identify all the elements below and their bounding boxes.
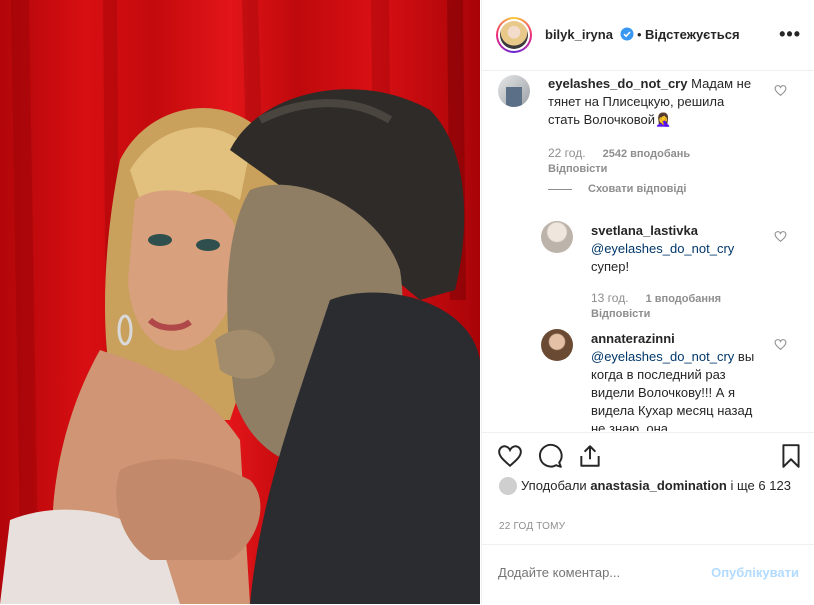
comment-time[interactable]: 22 год.: [548, 146, 586, 160]
reply-body: svetlana_lastivka @eyelashes_do_not_cry …: [591, 222, 761, 276]
comment-avatar[interactable]: [498, 75, 530, 107]
reply-avatar[interactable]: [541, 329, 573, 361]
bookmark-icon[interactable]: [778, 443, 804, 469]
hide-replies-button[interactable]: Сховати відповіді: [588, 183, 686, 195]
reply-likes[interactable]: 1 вподобання: [646, 293, 721, 305]
author-username[interactable]: bilyk_iryna: [545, 27, 613, 42]
reply-mention[interactable]: @eyelashes_do_not_cry: [591, 240, 761, 258]
likes-suffix[interactable]: і ще 6 123: [731, 478, 791, 493]
comment-username[interactable]: eyelashes_do_not_cry: [548, 76, 687, 91]
comments-list[interactable]: eyelashes_do_not_cry Мадам не тянет на П…: [482, 71, 814, 431]
reply-like-heart-icon[interactable]: [774, 338, 787, 351]
reply-username[interactable]: annaterazinni: [591, 330, 761, 348]
reply-like-heart-icon[interactable]: [774, 230, 787, 243]
reply-body: annaterazinni @eyelashes_do_not_cry вы к…: [591, 330, 761, 431]
comment-like-heart-icon[interactable]: [774, 84, 787, 97]
more-options-icon[interactable]: •••: [779, 24, 801, 45]
reply-mention[interactable]: @eyelashes_do_not_cry: [591, 349, 734, 364]
post-side-panel: bilyk_iryna • Відстежується ••• eyelashe…: [481, 0, 814, 604]
author-avatar[interactable]: [496, 17, 532, 53]
heart-icon[interactable]: [497, 443, 523, 469]
verified-badge-icon: [620, 27, 634, 41]
post-actions: [482, 432, 814, 483]
liker-username[interactable]: anastasia_domination: [590, 478, 727, 493]
post-header: bilyk_iryna • Відстежується •••: [482, 0, 814, 71]
reply-time[interactable]: 13 год.: [591, 291, 629, 305]
comment-likes[interactable]: 2542 вподобань: [603, 148, 691, 160]
add-comment-bar: Опублікувати: [482, 544, 814, 605]
post-photo[interactable]: [0, 0, 480, 604]
comment-meta: 22 год. 2542 вподобань: [548, 146, 690, 160]
reply-meta: 13 год. 1 вподобання: [591, 291, 721, 305]
comment-emoji: 🤦‍♀️: [654, 112, 672, 127]
share-icon[interactable]: [577, 443, 603, 469]
comment-body: eyelashes_do_not_cry Мадам не тянет на П…: [548, 75, 758, 129]
post-timestamp[interactable]: 22 ГОД ТОМУ: [499, 521, 565, 532]
header-separator: •: [637, 27, 642, 42]
post-photo-illustration: [0, 0, 480, 604]
follow-status-button[interactable]: Відстежується: [645, 27, 740, 42]
reply-username[interactable]: svetlana_lastivka: [591, 222, 761, 240]
hide-replies-line: [548, 189, 572, 190]
post-comment-button[interactable]: Опублікувати: [711, 565, 799, 580]
comment-bubble-icon[interactable]: [537, 443, 563, 469]
reply-text: супер!: [591, 259, 630, 274]
comment-reply-button[interactable]: Відповісти: [548, 163, 607, 175]
reply-reply-button[interactable]: Відповісти: [591, 308, 650, 320]
reply-avatar[interactable]: [541, 221, 573, 253]
likes-summary: Уподобали anastasia_domination і ще 6 12…: [499, 477, 799, 495]
liker-avatar[interactable]: [499, 477, 517, 495]
likes-prefix: Уподобали: [521, 478, 587, 493]
comment-input[interactable]: [498, 565, 698, 580]
